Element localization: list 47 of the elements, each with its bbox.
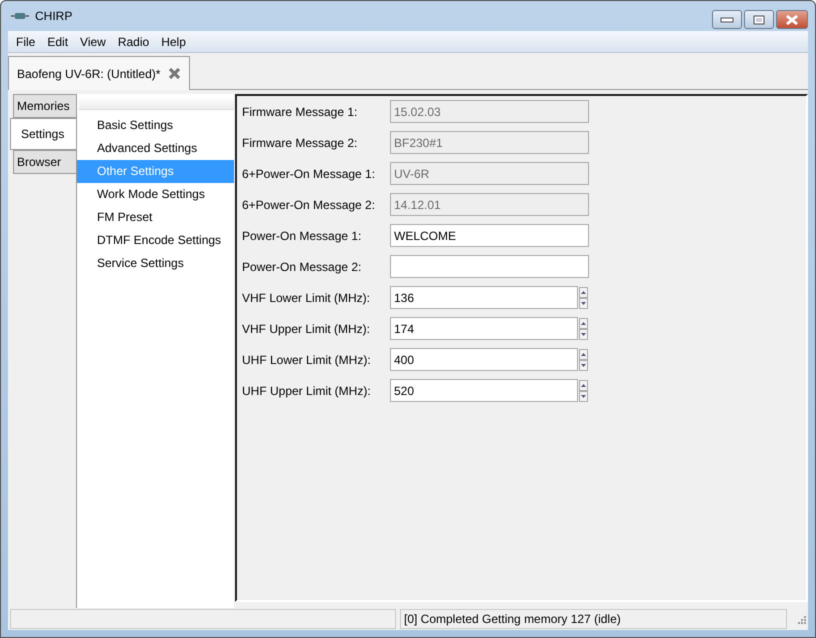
field-label: VHF Lower Limit (MHz): — [242, 290, 372, 304]
tree-item[interactable]: DTMF Encode Settings — [77, 229, 234, 252]
input-field[interactable]: WELCOME — [390, 224, 589, 247]
maximize-button[interactable] — [744, 10, 774, 29]
minimize-button[interactable] — [712, 10, 742, 29]
menu-item[interactable]: Radio — [112, 34, 156, 48]
field-label: UHF Lower Limit (MHz): — [242, 352, 372, 366]
status-message: [0] Completed Getting memory 127 (idle) — [400, 609, 787, 629]
field-label: Power-On Message 2: — [242, 260, 362, 274]
spin-arrows-icon[interactable] — [579, 318, 588, 340]
tree-item[interactable]: Advanced Settings — [77, 137, 234, 160]
field-label: Firmware Message 2: — [242, 136, 358, 150]
close-tab-icon[interactable] — [168, 67, 182, 80]
spin-arrows-icon[interactable] — [579, 380, 588, 402]
resize-grip-icon — [796, 614, 806, 624]
field-label: 6+Power-On Message 1: — [242, 166, 376, 180]
input-field[interactable] — [390, 255, 589, 278]
minimize-icon — [720, 16, 734, 22]
menu-item[interactable]: File — [10, 34, 42, 48]
tree-item[interactable]: Work Mode Settings — [77, 183, 234, 206]
field-label: UHF Upper Limit (MHz): — [242, 384, 372, 398]
side-tab[interactable]: Settings — [10, 118, 76, 150]
maximize-icon — [753, 14, 765, 24]
menu-item[interactable]: View — [74, 34, 112, 48]
input-field[interactable]: 174 — [390, 317, 578, 340]
spin-arrows-icon[interactable] — [579, 286, 588, 308]
field-label: VHF Upper Limit (MHz): — [242, 322, 372, 336]
spin-arrows-icon[interactable] — [579, 348, 588, 370]
menu-item[interactable]: Help — [155, 34, 192, 48]
menu-item[interactable]: Edit — [41, 34, 74, 48]
field-label: 6+Power-On Message 2: — [242, 198, 376, 212]
tree-item[interactable]: Service Settings — [77, 252, 234, 275]
tab-label: Baofeng UV-6R: (Untitled)* — [17, 66, 160, 80]
field-label: Power-On Message 1: — [242, 228, 362, 242]
close-button[interactable] — [776, 10, 808, 29]
side-tab[interactable]: Browser — [13, 150, 76, 174]
close-icon — [785, 14, 799, 26]
window-title: CHIRP — [35, 9, 72, 23]
field-label: Firmware Message 1: — [242, 104, 358, 118]
input-field[interactable]: 136 — [390, 286, 578, 309]
input-field[interactable]: 400 — [390, 348, 578, 371]
document-tab[interactable]: Baofeng UV-6R: (Untitled)* — [8, 56, 190, 90]
app-icon — [11, 12, 29, 20]
input-field[interactable]: 520 — [390, 379, 578, 402]
tree-item[interactable]: FM Preset — [77, 206, 234, 229]
tree-item[interactable]: Basic Settings — [77, 114, 234, 137]
side-tab[interactable]: Memories — [13, 94, 76, 118]
